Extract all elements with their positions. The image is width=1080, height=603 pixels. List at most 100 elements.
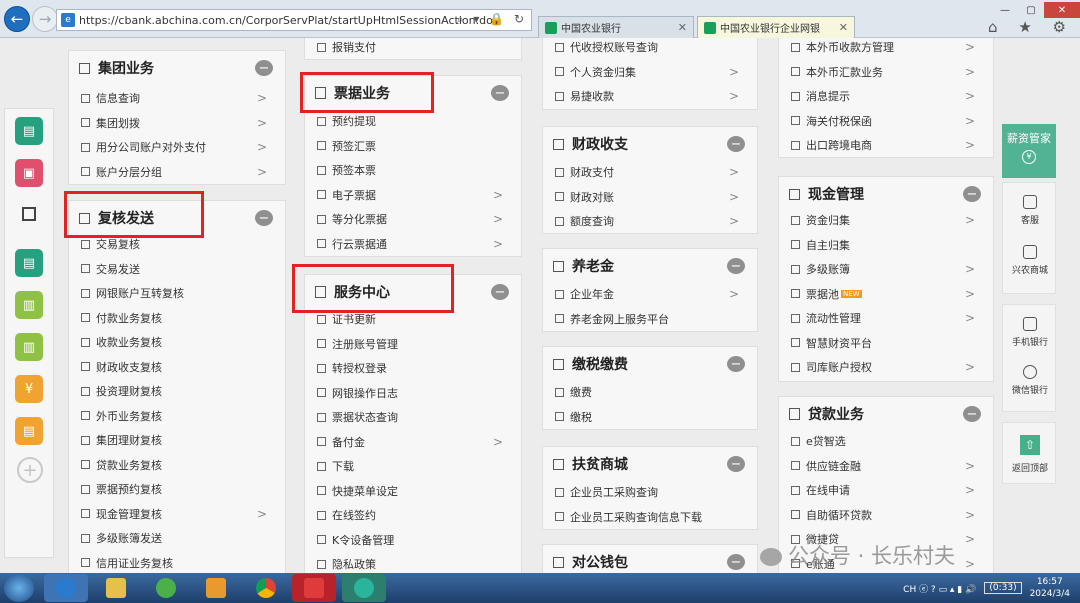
address-tools[interactable]: ⌕ ▾ 🔒 ↻ — [457, 12, 527, 27]
menu-item[interactable]: 自助循环贷款 > — [779, 503, 993, 528]
menu-item[interactable]: 票据状态查询 — [305, 405, 521, 430]
collapse-icon[interactable]: − — [255, 210, 273, 226]
close-window-icon[interactable]: ✕ — [1044, 2, 1080, 18]
menu-item[interactable]: 付款业务复核 — [69, 306, 285, 331]
menu-item[interactable]: 注册账号管理 — [305, 332, 521, 357]
panel-title[interactable]: 养老金 — [543, 249, 757, 283]
menu-item[interactable]: 消息提示 > — [779, 84, 993, 109]
document-icon[interactable]: ▤ — [15, 417, 43, 445]
menu-item[interactable]: 票据预约复核 — [69, 477, 285, 502]
menu-item[interactable]: 转授权登录 — [305, 356, 521, 381]
menu-item[interactable]: 下载 — [305, 454, 521, 479]
panel-title[interactable]: 现金管理 — [779, 177, 993, 211]
panel-title[interactable]: 缴税缴费 — [543, 347, 757, 381]
taskbar-app[interactable] — [292, 574, 336, 602]
folder-up-icon[interactable]: ▥ — [15, 333, 43, 361]
menu-item[interactable]: 企业员工采购查询信息下载 — [543, 505, 757, 530]
menu-item[interactable]: 财政对账 > — [543, 185, 757, 210]
collapse-icon[interactable]: − — [727, 136, 745, 152]
menu-item[interactable]: 资金归集 > — [779, 208, 993, 233]
menu-item[interactable]: 交易发送 — [69, 257, 285, 282]
card-icon[interactable]: ▤ — [15, 117, 43, 145]
menu-item[interactable]: 多级账簿发送 — [69, 526, 285, 551]
close-icon[interactable]: ✕ — [678, 21, 687, 34]
collapse-icon[interactable]: − — [727, 554, 745, 570]
panel-title[interactable]: 对公钱包 — [543, 545, 757, 573]
close-icon[interactable]: ✕ — [839, 21, 848, 34]
menu-item[interactable]: 供应链金融 > — [779, 454, 993, 479]
menu-item[interactable]: 本外币汇款业务 > — [779, 60, 993, 85]
tab-corporate-banking[interactable]: 中国农业银行企业网银 ✕ — [697, 16, 855, 38]
menu-item[interactable]: 集团划拨 > — [69, 111, 285, 136]
menu-item[interactable]: 票据池 NEW > — [779, 282, 993, 307]
collapse-icon[interactable]: − — [255, 60, 273, 76]
taskbar-ie[interactable] — [44, 574, 88, 602]
menu-item[interactable]: 多级账簿 > — [779, 257, 993, 282]
folder-icon[interactable]: ▥ — [15, 291, 43, 319]
menu-item[interactable]: 网银账户互转复核 — [69, 281, 285, 306]
menu-item[interactable]: 智慧财资平台 — [779, 331, 993, 356]
xingnong-mall-button[interactable]: 兴农商城 — [1003, 245, 1057, 276]
panel-title[interactable]: 扶贫商城 — [543, 447, 757, 481]
menu-item[interactable]: 在线签约 — [305, 503, 521, 528]
menu-item[interactable]: 隐私政策 — [305, 552, 521, 573]
menu-item[interactable]: 个人资金归集 > — [543, 60, 757, 85]
menu-item[interactable]: 快捷菜单设定 — [305, 479, 521, 504]
menu-item[interactable]: 账户分层分组 > — [69, 160, 285, 185]
taskbar-media[interactable] — [194, 574, 238, 602]
menu-item[interactable]: 司库账户授权 > — [779, 355, 993, 380]
menu-item[interactable]: 预签本票 — [305, 158, 521, 183]
id-card-icon[interactable]: ▤ — [15, 249, 43, 277]
tab-abc-bank[interactable]: 中国农业银行 ✕ — [538, 16, 694, 38]
menu-item[interactable]: 预签汇票 — [305, 134, 521, 159]
collapse-icon[interactable]: − — [963, 406, 981, 422]
menu-square-icon[interactable] — [22, 207, 36, 221]
menu-item[interactable]: e贷智选 — [779, 429, 993, 454]
clock[interactable]: 16:57 2024/3/4 — [1030, 576, 1070, 600]
taskbar-security[interactable] — [342, 574, 386, 602]
browser-tools[interactable]: ⌂ ★ ⚙ — [988, 18, 1074, 36]
add-icon[interactable]: + — [17, 457, 43, 483]
wechat-bank-button[interactable]: 微信银行 — [1003, 365, 1057, 396]
menu-item[interactable]: 行云票据通 > — [305, 232, 521, 257]
collapse-icon[interactable]: − — [963, 186, 981, 202]
menu-item[interactable]: 海关付税保函 > — [779, 109, 993, 134]
panel-title[interactable]: 财政收支 — [543, 127, 757, 161]
menu-item[interactable]: 投资理财复核 — [69, 379, 285, 404]
menu-item[interactable]: 缴税 — [543, 405, 757, 430]
menu-item[interactable]: 贷款业务复核 — [69, 453, 285, 478]
menu-item[interactable]: 本外币收款方管理 > — [779, 38, 993, 60]
menu-item[interactable]: 备付金 > — [305, 430, 521, 455]
menu-item[interactable]: 养老金网上服务平台 — [543, 307, 757, 332]
back-to-top-button[interactable]: ⇧ 返回顶部 — [1003, 435, 1057, 474]
menu-item[interactable]: 代收授权账号查询 — [543, 38, 757, 60]
menu-item[interactable]: 等分化票据 > — [305, 207, 521, 232]
menu-item[interactable]: 收款业务复核 — [69, 330, 285, 355]
tray-icons[interactable]: CH ⓔ ? ▭ ▴ ▮ 🔊 — [903, 582, 976, 595]
menu-item[interactable]: 企业员工采购查询 — [543, 480, 757, 505]
minimize-icon[interactable]: — — [992, 2, 1018, 18]
menu-item[interactable]: 自主归集 — [779, 233, 993, 258]
salary-manager-button[interactable]: 薪资管家 ¥ — [1002, 124, 1056, 178]
address-bar[interactable]: e https://cbank.abchina.com.cn/CorporSer… — [56, 9, 532, 31]
menu-item[interactable]: 外币业务复核 — [69, 404, 285, 429]
menu-item[interactable]: 额度查询 > — [543, 209, 757, 234]
menu-item[interactable]: 信用证业务复核 — [69, 551, 285, 574]
collapse-icon[interactable]: − — [727, 456, 745, 472]
customer-service-button[interactable]: 客服 — [1003, 195, 1057, 226]
taskbar-explorer[interactable] — [94, 574, 138, 602]
menu-item[interactable]: 集团理财复核 — [69, 428, 285, 453]
menu-item[interactable]: 易捷收款 > — [543, 84, 757, 109]
menu-item[interactable]: 企业年金 > — [543, 282, 757, 307]
taskbar-ie2[interactable] — [144, 574, 188, 602]
panel-title[interactable]: 贷款业务 — [779, 397, 993, 431]
printer-icon[interactable]: ▣ — [15, 159, 43, 187]
menu-item[interactable]: 现金管理复核 > — [69, 502, 285, 527]
money-bag-icon[interactable]: ¥ — [15, 375, 43, 403]
menu-item[interactable]: 财政支付 > — [543, 160, 757, 185]
menu-item[interactable]: 流动性管理 > — [779, 306, 993, 331]
menu-item[interactable]: 财政收支复核 — [69, 355, 285, 380]
taskbar-chrome[interactable] — [244, 574, 288, 602]
collapse-icon[interactable]: − — [727, 356, 745, 372]
start-button[interactable] — [4, 574, 34, 602]
